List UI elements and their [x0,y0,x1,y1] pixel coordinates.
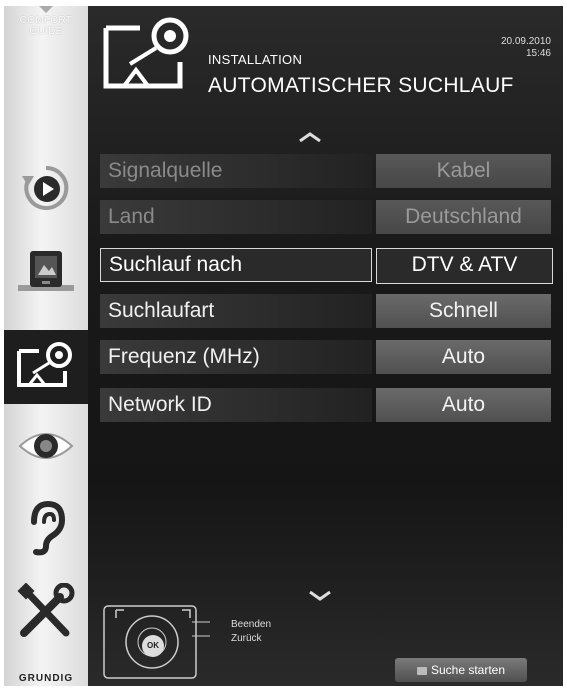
menu-row-value: Kabel [376,154,551,188]
time-label: 15:46 [525,48,551,59]
menu-row-value[interactable]: Auto [376,388,551,422]
menu-row: Land Deutschland [100,200,551,234]
menu-row-label: Suchlauf nach [100,248,372,282]
ok-button: OK [142,635,164,657]
tools-icon [17,583,75,637]
comfort-guide[interactable]: COMFORT GUIDE [4,6,88,37]
sidebar-item-eye[interactable] [4,410,88,482]
start-search-label: Suche starten [430,663,506,677]
menu-row[interactable]: Network ID Auto [100,388,551,422]
sidebar-item-tools[interactable] [4,576,88,648]
comfort-guide-line2: GUIDE [29,26,63,37]
date-label: 20.09.2010 [500,36,551,47]
sidebar-item-source[interactable] [4,152,88,224]
menu-row-label: Land [100,200,372,234]
comfort-guide-line1: COMFORT [19,15,73,26]
sidebar-item-installation[interactable] [4,330,88,404]
menu-row-label: Frequenz (MHz) [100,340,372,374]
installation-header-icon [100,14,198,103]
menu-row-label: Network ID [100,388,372,422]
menu-row[interactable]: Suchlauf nach DTV & ATV [100,248,553,284]
sidebar-item-picture[interactable] [4,236,88,308]
picture-icon [18,251,74,291]
main-panel: INSTALLATION AUTOMATISCHER SUCHLAUF 20.0… [88,6,563,686]
menu-row-value[interactable]: Schnell [376,294,551,328]
ear-icon [31,500,66,556]
arrow-down-icon [39,6,53,13]
start-search-button[interactable]: Suche starten [395,658,527,682]
tv-screen: COMFORT GUIDE GRUNDIG INSTALLATION AUTOM… [0,0,567,690]
menu-row: Signalquelle Kabel [100,154,551,188]
section-label: INSTALLATION [208,52,303,67]
exit-hint: Beenden [231,619,272,630]
scroll-up-icon[interactable] [298,132,322,142]
red-key-icon [416,666,427,675]
menu-row-value[interactable]: DTV & ATV [376,248,553,284]
menu-row-value: Deutschland [376,200,551,234]
datetime: 20.09.2010 15:46 [501,36,551,60]
menu-row-label: Suchlaufart [100,294,372,328]
menu-row[interactable]: Suchlaufart Schnell [100,294,551,328]
sidebar: COMFORT GUIDE GRUNDIG [4,6,88,686]
menu-row-value[interactable]: Auto [376,340,551,374]
page-title: AUTOMATISCHER SUCHLAUF [208,74,514,97]
installation-icon [17,342,72,387]
brand-logo: GRUNDIG [18,673,74,684]
source-icon [22,165,69,210]
scroll-down-icon[interactable] [308,591,332,601]
back-hint: Zurück [231,633,262,644]
sidebar-item-ear[interactable] [4,492,88,564]
menu-row-label: Signalquelle [100,154,372,188]
eye-icon [18,433,74,459]
menu-row[interactable]: Frequenz (MHz) Auto [100,340,551,374]
